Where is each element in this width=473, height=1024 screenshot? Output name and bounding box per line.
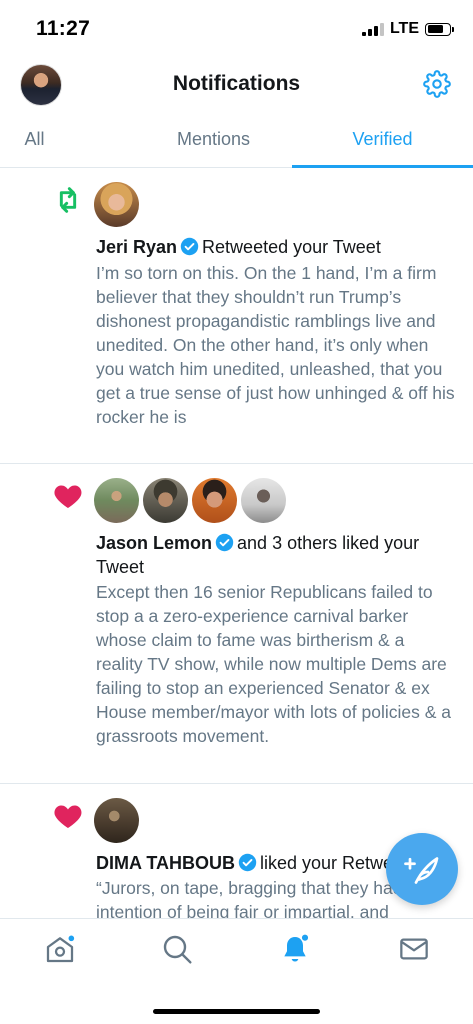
avatar-group [94, 478, 286, 523]
home-indicator [153, 1009, 320, 1014]
avatar[interactable] [143, 478, 188, 523]
verified-badge-icon [238, 853, 257, 872]
status-indicators: LTE [361, 20, 454, 38]
tab-verified[interactable]: Verified [292, 112, 473, 168]
home-icon[interactable] [44, 933, 76, 965]
signal-icon [361, 22, 384, 36]
mail-icon[interactable] [398, 933, 430, 965]
user-name[interactable]: Jason Lemon [96, 533, 212, 553]
avatar[interactable] [241, 478, 286, 523]
verified-badge-icon [180, 237, 199, 256]
page-title: Notifications [172, 72, 301, 95]
notification-text: Jeri Ryan Retweeted your Tweet [96, 235, 455, 259]
status-time: 11:27 [36, 17, 91, 40]
heart-icon [54, 485, 82, 508]
notification-feed[interactable]: Jeri Ryan Retweeted your Tweet I’m so tor… [0, 168, 473, 918]
user-name[interactable]: DIMA TAHBOUB [96, 853, 235, 873]
header: Notifications [0, 56, 473, 112]
gear-icon[interactable] [423, 70, 451, 98]
avatar[interactable] [94, 798, 139, 843]
tab-label: Verified [352, 129, 413, 149]
avatar[interactable] [94, 478, 139, 523]
tweet-text: I’m so torn on this. On the 1 hand, I’m … [96, 263, 455, 427]
avatar-group [94, 798, 139, 843]
bottom-tab-bar [0, 918, 473, 1024]
avatar-group [94, 182, 139, 227]
notification-tabs: All Mentions Verified [0, 112, 473, 168]
status-bar: 11:27 LTE [0, 0, 473, 56]
retweet-icon [59, 187, 77, 213]
bell-icon[interactable] [279, 933, 311, 965]
heart-icon [54, 805, 82, 828]
notification-text: Jason Lemon and 3 others liked your Tweet [96, 531, 455, 579]
battery-icon [425, 22, 454, 36]
avatar[interactable] [192, 478, 237, 523]
compose-tweet-icon [404, 857, 439, 884]
notification-item[interactable]: Jeri Ryan Retweeted your Tweet I’m so tor… [0, 168, 473, 464]
action-text: Retweeted your Tweet [202, 237, 381, 257]
notification-item[interactable]: Jason Lemon and 3 others liked your Tweet… [0, 464, 473, 784]
tweet-text: Except then 16 senior Republicans failed… [96, 582, 451, 746]
tab-all[interactable]: All [0, 112, 135, 167]
verified-badge-icon [215, 533, 234, 552]
search-icon[interactable] [161, 933, 193, 965]
avatar[interactable] [94, 182, 139, 227]
user-name[interactable]: Jeri Ryan [96, 237, 177, 257]
compose-tweet-button[interactable] [386, 833, 458, 905]
tab-label: All [24, 129, 45, 149]
network-label: LTE [389, 20, 419, 37]
tab-mentions[interactable]: Mentions [135, 112, 292, 167]
tab-label: Mentions [176, 129, 251, 149]
